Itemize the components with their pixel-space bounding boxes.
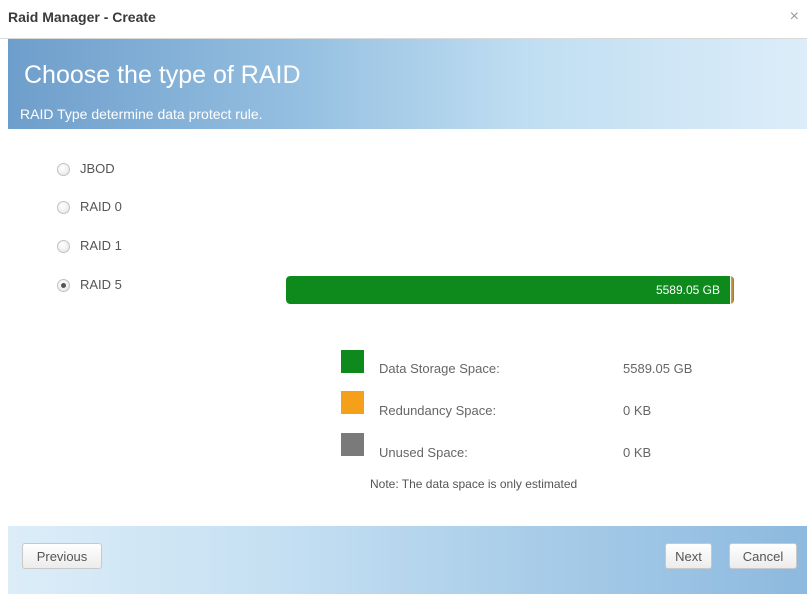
capacity-bar-label: 5589.05 GB bbox=[655, 283, 720, 297]
page-subtitle: RAID Type determine data protect rule. bbox=[20, 106, 263, 122]
window-title: Raid Manager - Create bbox=[8, 9, 156, 25]
unused-label: Unused Space: bbox=[379, 445, 468, 460]
data-storage-value: 5589.05 GB bbox=[623, 361, 693, 376]
title-bar: Raid Manager - Create × bbox=[0, 0, 807, 39]
capacity-bar-end bbox=[731, 276, 734, 304]
radio-button[interactable] bbox=[57, 201, 70, 214]
header-banner: Choose the type of RAID RAID Type determ… bbox=[8, 39, 807, 129]
estimate-note: Note: The data space is only estimated bbox=[370, 477, 578, 491]
radio-button[interactable] bbox=[57, 163, 70, 176]
raid-option-label: RAID 0 bbox=[80, 199, 122, 214]
capacity-bar: 5589.05 GB bbox=[286, 276, 734, 304]
radio-button[interactable] bbox=[57, 240, 70, 253]
radio-button-selected[interactable] bbox=[57, 279, 70, 292]
redundancy-value: 0 KB bbox=[623, 403, 652, 418]
raid-manager-dialog: Raid Manager - Create × Choose the type … bbox=[0, 0, 807, 594]
previous-button[interactable]: Previous bbox=[22, 543, 102, 569]
unused-swatch bbox=[341, 433, 364, 456]
raid-option-label: JBOD bbox=[80, 161, 115, 176]
page-title: Choose the type of RAID bbox=[24, 61, 301, 89]
redundancy-swatch bbox=[341, 391, 364, 414]
redundancy-label: Redundancy Space: bbox=[379, 403, 497, 418]
data-storage-swatch bbox=[341, 350, 364, 373]
next-button[interactable]: Next bbox=[665, 543, 712, 569]
cancel-button[interactable]: Cancel bbox=[729, 543, 797, 569]
raid-option-label: RAID 1 bbox=[80, 238, 122, 253]
close-icon[interactable]: × bbox=[790, 9, 799, 25]
raid-option-label: RAID 5 bbox=[80, 277, 122, 292]
data-storage-label: Data Storage Space: bbox=[379, 361, 500, 376]
unused-value: 0 KB bbox=[623, 445, 652, 460]
